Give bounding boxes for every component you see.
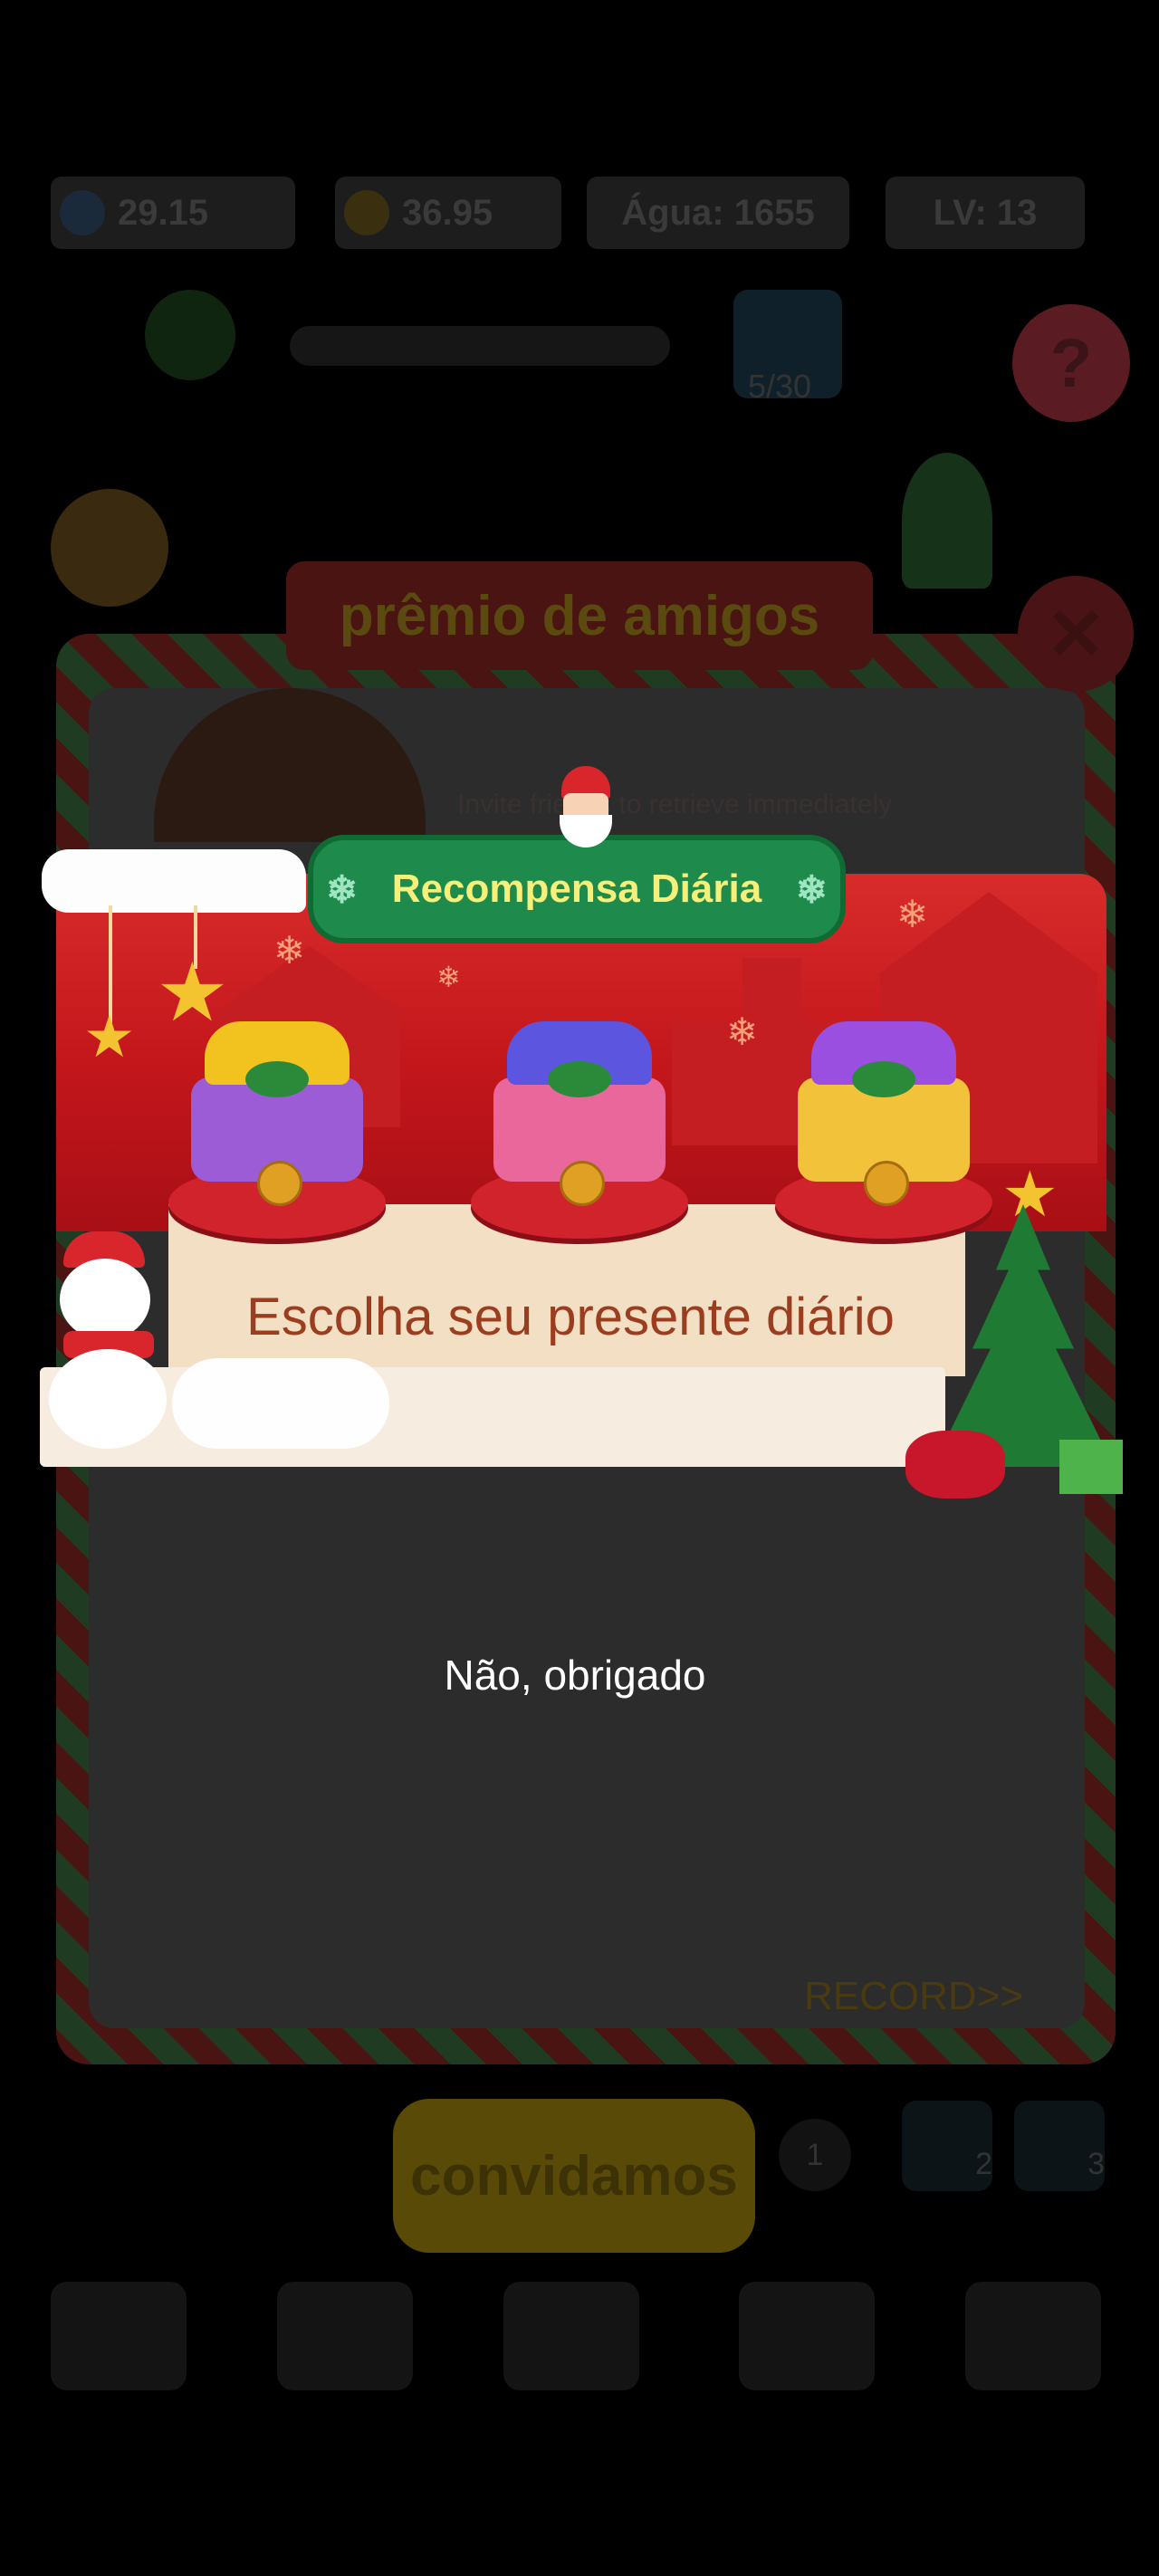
santa-beard — [560, 815, 612, 847]
no-thanks-button[interactable]: Não, obrigado — [0, 1643, 1150, 1707]
gift-heart — [905, 1431, 1005, 1499]
bell-icon — [257, 1161, 302, 1206]
holly-decoration — [852, 1061, 915, 1097]
reindeer-decoration — [51, 489, 168, 607]
snowflake-icon: ❄ — [326, 868, 359, 911]
snowman-head — [60, 1259, 150, 1340]
invite-button[interactable]: convidamos — [393, 2099, 755, 2253]
coin-icon — [344, 190, 389, 235]
bell-icon — [560, 1161, 605, 1206]
progress-bar — [290, 326, 670, 366]
coins-counter: 36.95 — [335, 177, 561, 249]
help-button[interactable]: ? — [1012, 304, 1130, 422]
gems-counter: 29.15 — [51, 177, 295, 249]
nav-item[interactable] — [51, 2282, 187, 2390]
snowflake-icon: ❄ — [795, 868, 828, 911]
gem-icon — [60, 190, 105, 235]
santa-icon — [554, 766, 618, 847]
tree-decoration — [902, 453, 992, 589]
snow-cap — [42, 849, 306, 913]
record-link[interactable]: RECORD>> — [804, 1974, 1076, 2028]
friends-panel-title: prêmio de amigos — [286, 561, 873, 670]
nav-item[interactable] — [277, 2282, 413, 2390]
holly-decoration — [245, 1061, 309, 1097]
gift-option-1[interactable] — [168, 1014, 386, 1250]
star-icon: ★ — [1001, 1159, 1058, 1230]
snowflake-icon: ❄ — [273, 929, 306, 972]
snowflake-icon: ❄ — [896, 893, 929, 935]
invite-hint: Invite friends to retrieve immediately — [457, 790, 893, 819]
close-button[interactable]: ✕ — [1018, 576, 1134, 692]
star-icon: ★ — [83, 1004, 136, 1069]
snowflake-icon: ❄ — [726, 1010, 759, 1053]
snowman-body — [49, 1349, 167, 1449]
small-gift — [1059, 1440, 1123, 1494]
snowflake-icon: ❄ — [436, 961, 461, 993]
coins-value: 36.95 — [402, 192, 493, 233]
daily-reward-subtitle: Escolha seu presente diário — [246, 1288, 895, 1346]
friend-slot[interactable]: 2 — [902, 2101, 992, 2191]
level-label: LV: 13 — [933, 192, 1038, 233]
daily-reward-title: Recompensa Diária — [391, 867, 762, 911]
holly-decoration — [548, 1061, 611, 1097]
water-label: Água: 1655 — [621, 192, 815, 233]
snow-cloud — [172, 1358, 389, 1449]
snowman-decoration — [36, 1222, 190, 1449]
nav-item[interactable] — [503, 2282, 639, 2390]
help-symbol: ? — [1049, 324, 1093, 402]
gift-option-2[interactable] — [471, 1014, 688, 1250]
friend-slot[interactable]: 3 — [1014, 2101, 1105, 2191]
water-counter: Água: 1655 — [587, 177, 849, 249]
plant-icon — [145, 290, 235, 380]
nav-item[interactable] — [965, 2282, 1101, 2390]
level-badge: LV: 13 — [886, 177, 1085, 249]
daily-reward-title-badge: ❄ Recompensa Diária ❄ — [308, 835, 846, 943]
nav-item[interactable] — [739, 2282, 875, 2390]
gift-option-3[interactable] — [775, 1014, 992, 1250]
close-icon: ✕ — [1045, 593, 1106, 675]
gems-value: 29.15 — [118, 192, 209, 233]
progress-label: 5/30 — [748, 368, 812, 405]
bell-icon — [864, 1161, 909, 1206]
friend-slot[interactable]: 1 — [779, 2119, 851, 2191]
